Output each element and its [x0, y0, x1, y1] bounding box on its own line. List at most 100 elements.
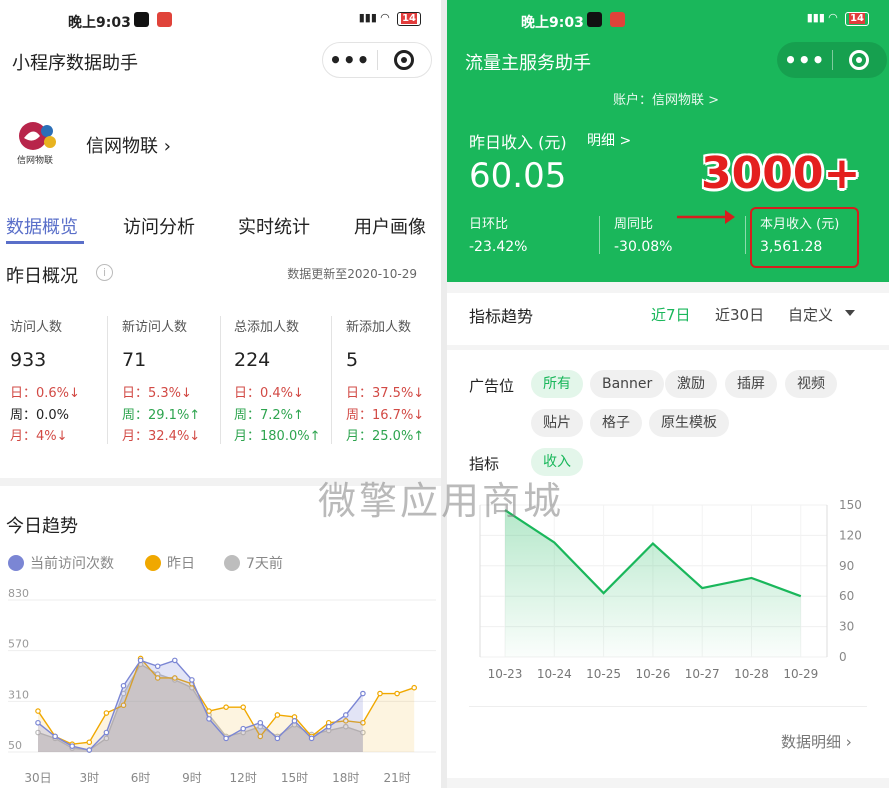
data-point — [35, 719, 41, 726]
caret-down-icon[interactable] — [845, 310, 855, 316]
y-tick-label: 0 — [839, 650, 847, 664]
y-tick-label: 150 — [839, 498, 862, 512]
y-tick-label: 60 — [839, 589, 854, 603]
data-point — [172, 657, 178, 664]
account-selector[interactable]: 账户：信网物联 > — [613, 89, 719, 108]
legend-dot — [145, 555, 161, 571]
info-icon[interactable]: i — [96, 264, 113, 281]
kpi-change-row: 月：4%↓ — [10, 429, 68, 444]
kpi-change-row: 月：32.4%↓ — [122, 429, 201, 444]
data-updated-text: 数据更新至2020-10-29 — [287, 267, 417, 281]
mini-program-capsule: ••• — [322, 42, 432, 78]
y-tick-label: 50 — [8, 739, 22, 752]
data-point — [154, 663, 161, 670]
data-point — [86, 747, 93, 753]
yesterday-income-label: 昨日收入 (元) — [469, 133, 567, 152]
stat-day-over-day: 日环比 -23.42% — [469, 217, 528, 255]
kpi-change-row: 月：180.0%↑ — [234, 429, 321, 444]
active-tab-indicator — [6, 241, 84, 244]
tiktok-icon — [134, 12, 149, 27]
close-program-icon[interactable] — [832, 50, 886, 70]
page-title: 小程序数据助手 — [12, 53, 138, 74]
chip-banner[interactable]: Banner — [590, 370, 665, 398]
data-detail-link[interactable]: 数据明细 › — [781, 731, 852, 752]
account-logo: 信网物联 — [17, 122, 56, 166]
x-tick-label: 12时 — [230, 771, 257, 785]
x-tick-label: 10-28 — [734, 667, 769, 681]
tab-user-portrait[interactable]: 用户画像 — [354, 213, 426, 239]
indicator-trend-title: 指标趋势 — [469, 307, 534, 326]
x-tick-label: 10-27 — [685, 667, 720, 681]
x-tick-label: 6时 — [131, 771, 151, 785]
data-point — [223, 704, 229, 710]
y-tick-label: 310 — [8, 688, 29, 701]
data-point — [223, 735, 229, 742]
mini-program-data-screen: 晚上9:03 ▮▮▮ ◠ 14 小程序数据助手 ••• 信网物联 信网物联 › … — [0, 0, 441, 788]
mini-program-capsule: ••• — [777, 42, 887, 78]
data-point — [103, 729, 110, 736]
data-point — [69, 743, 76, 749]
account-selector[interactable]: 信网物联 › — [86, 132, 171, 158]
wifi-icon: ◠ — [380, 11, 390, 24]
tab-overview[interactable]: 数据概览 — [6, 213, 78, 239]
range-7days[interactable]: 近7日 — [651, 304, 691, 325]
data-point — [411, 684, 418, 691]
status-bar: 晚上9:03 ▮▮▮ ◠ 14 — [447, 0, 889, 38]
account-name: 信网物联 — [86, 136, 158, 157]
data-point — [206, 716, 212, 722]
data-point — [86, 739, 93, 746]
tab-realtime[interactable]: 实时统计 — [238, 213, 310, 239]
kpi-new-visitors: 新访问人数 71 日：5.3%↓ 周：29.1%↑ 月：32.4%↓ — [122, 316, 232, 448]
data-point — [120, 682, 127, 689]
x-tick-label: 10-23 — [488, 667, 523, 681]
yesterday-overview-title: 昨日概况 — [6, 266, 78, 287]
status-time: 晚上9:03 — [521, 15, 584, 31]
chip-interstitial[interactable]: 插屏 — [725, 370, 777, 398]
data-point — [377, 690, 383, 697]
chip-grid[interactable]: 格子 — [590, 409, 642, 437]
kpi-change-row: 周：7.2%↑ — [234, 407, 304, 423]
kpi-change-row: 周：0.0% — [10, 407, 70, 423]
legend-yesterday[interactable]: 昨日 — [145, 553, 195, 573]
data-point — [291, 718, 298, 724]
tab-visit-analysis[interactable]: 访问分析 — [123, 213, 195, 239]
data-point — [308, 735, 315, 742]
legend-7days-ago[interactable]: 7天前 — [224, 553, 283, 573]
range-custom[interactable]: 自定义 — [788, 304, 833, 325]
x-tick-label: 10-26 — [635, 667, 670, 681]
kpi-change-row: 周：16.7%↓ — [346, 407, 425, 423]
chevron-right-icon: › — [163, 136, 171, 157]
page-title: 流量主服务助手 — [465, 53, 591, 74]
logo-text: 信网物联 — [17, 154, 53, 166]
x-tick-label: 21时 — [383, 771, 410, 785]
legend-current[interactable]: 当前访问次数 — [8, 553, 114, 573]
data-point — [206, 708, 212, 714]
x-tick-label: 10-24 — [537, 667, 572, 681]
today-trend-chart: 50 310 570 830 30日 3时 6时 9时 12时 15时 18时 21时 — [8, 588, 436, 785]
arrow-right-icon — [677, 210, 735, 224]
chip-reward[interactable]: 激励 — [665, 370, 717, 398]
yesterday-income-value: 60.05 — [469, 156, 567, 196]
data-point — [274, 712, 281, 718]
chip-all[interactable]: 所有 — [531, 370, 583, 398]
more-icon[interactable]: ••• — [778, 48, 832, 72]
chip-native-template[interactable]: 原生模板 — [649, 409, 729, 437]
x-tick-label: 9时 — [182, 771, 202, 785]
tiktok-icon — [587, 12, 602, 27]
more-icon[interactable]: ••• — [323, 48, 377, 72]
y-tick-label: 570 — [8, 638, 29, 651]
data-point — [103, 710, 110, 716]
x-tick-label: 18时 — [332, 771, 359, 785]
watermark: 微擎应用商城 — [318, 479, 565, 523]
data-point — [35, 708, 41, 714]
legend-dot — [8, 555, 24, 571]
x-tick-label: 15时 — [281, 771, 308, 785]
data-point — [360, 690, 366, 697]
detail-link[interactable]: 明细 > — [587, 130, 631, 150]
chip-video[interactable]: 视频 — [785, 370, 837, 398]
data-point — [137, 657, 144, 664]
chip-patch[interactable]: 贴片 — [531, 409, 583, 437]
close-program-icon[interactable] — [377, 50, 431, 70]
range-30days[interactable]: 近30日 — [715, 304, 764, 325]
y-tick-label: 120 — [839, 528, 862, 542]
